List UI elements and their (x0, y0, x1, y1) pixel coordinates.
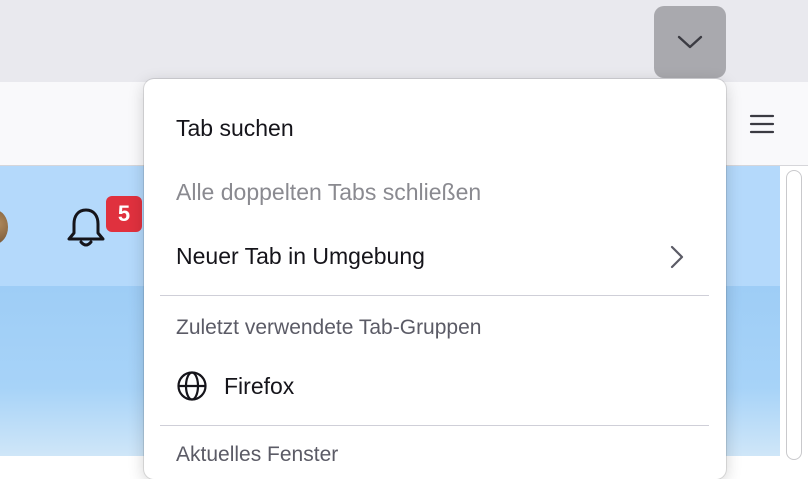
list-all-tabs-panel: Tab suchen Alle doppelten Tabs schließen… (144, 79, 726, 479)
list-all-tabs-button[interactable] (654, 6, 726, 78)
tab-strip (0, 0, 808, 82)
chevron-down-icon (677, 35, 703, 49)
new-tab-nearby-item[interactable]: Neuer Tab in Umgebung (176, 243, 425, 270)
globe-icon (177, 371, 207, 401)
tab-group-item-firefox[interactable]: Firefox (176, 369, 294, 403)
scrollbar-thumb[interactable] (786, 170, 802, 460)
app-menu-button[interactable] (746, 108, 778, 140)
chevron-right-icon (670, 245, 684, 269)
menu-separator (160, 425, 709, 426)
close-duplicate-tabs-item: Alle doppelten Tabs schließen (176, 179, 482, 205)
recent-tab-groups-header: Zuletzt verwendete Tab-Gruppen (176, 316, 482, 339)
avatar[interactable] (0, 210, 8, 244)
notifications-button[interactable] (64, 206, 108, 250)
current-window-header: Aktuelles Fenster (176, 443, 339, 466)
search-tabs-item[interactable]: Tab suchen (176, 115, 294, 142)
tab-group-label: Firefox (224, 372, 295, 399)
menu-separator (160, 295, 709, 296)
bell-icon (67, 208, 105, 247)
notification-count-badge: 5 (106, 196, 142, 232)
hamburger-menu-icon (749, 114, 775, 134)
